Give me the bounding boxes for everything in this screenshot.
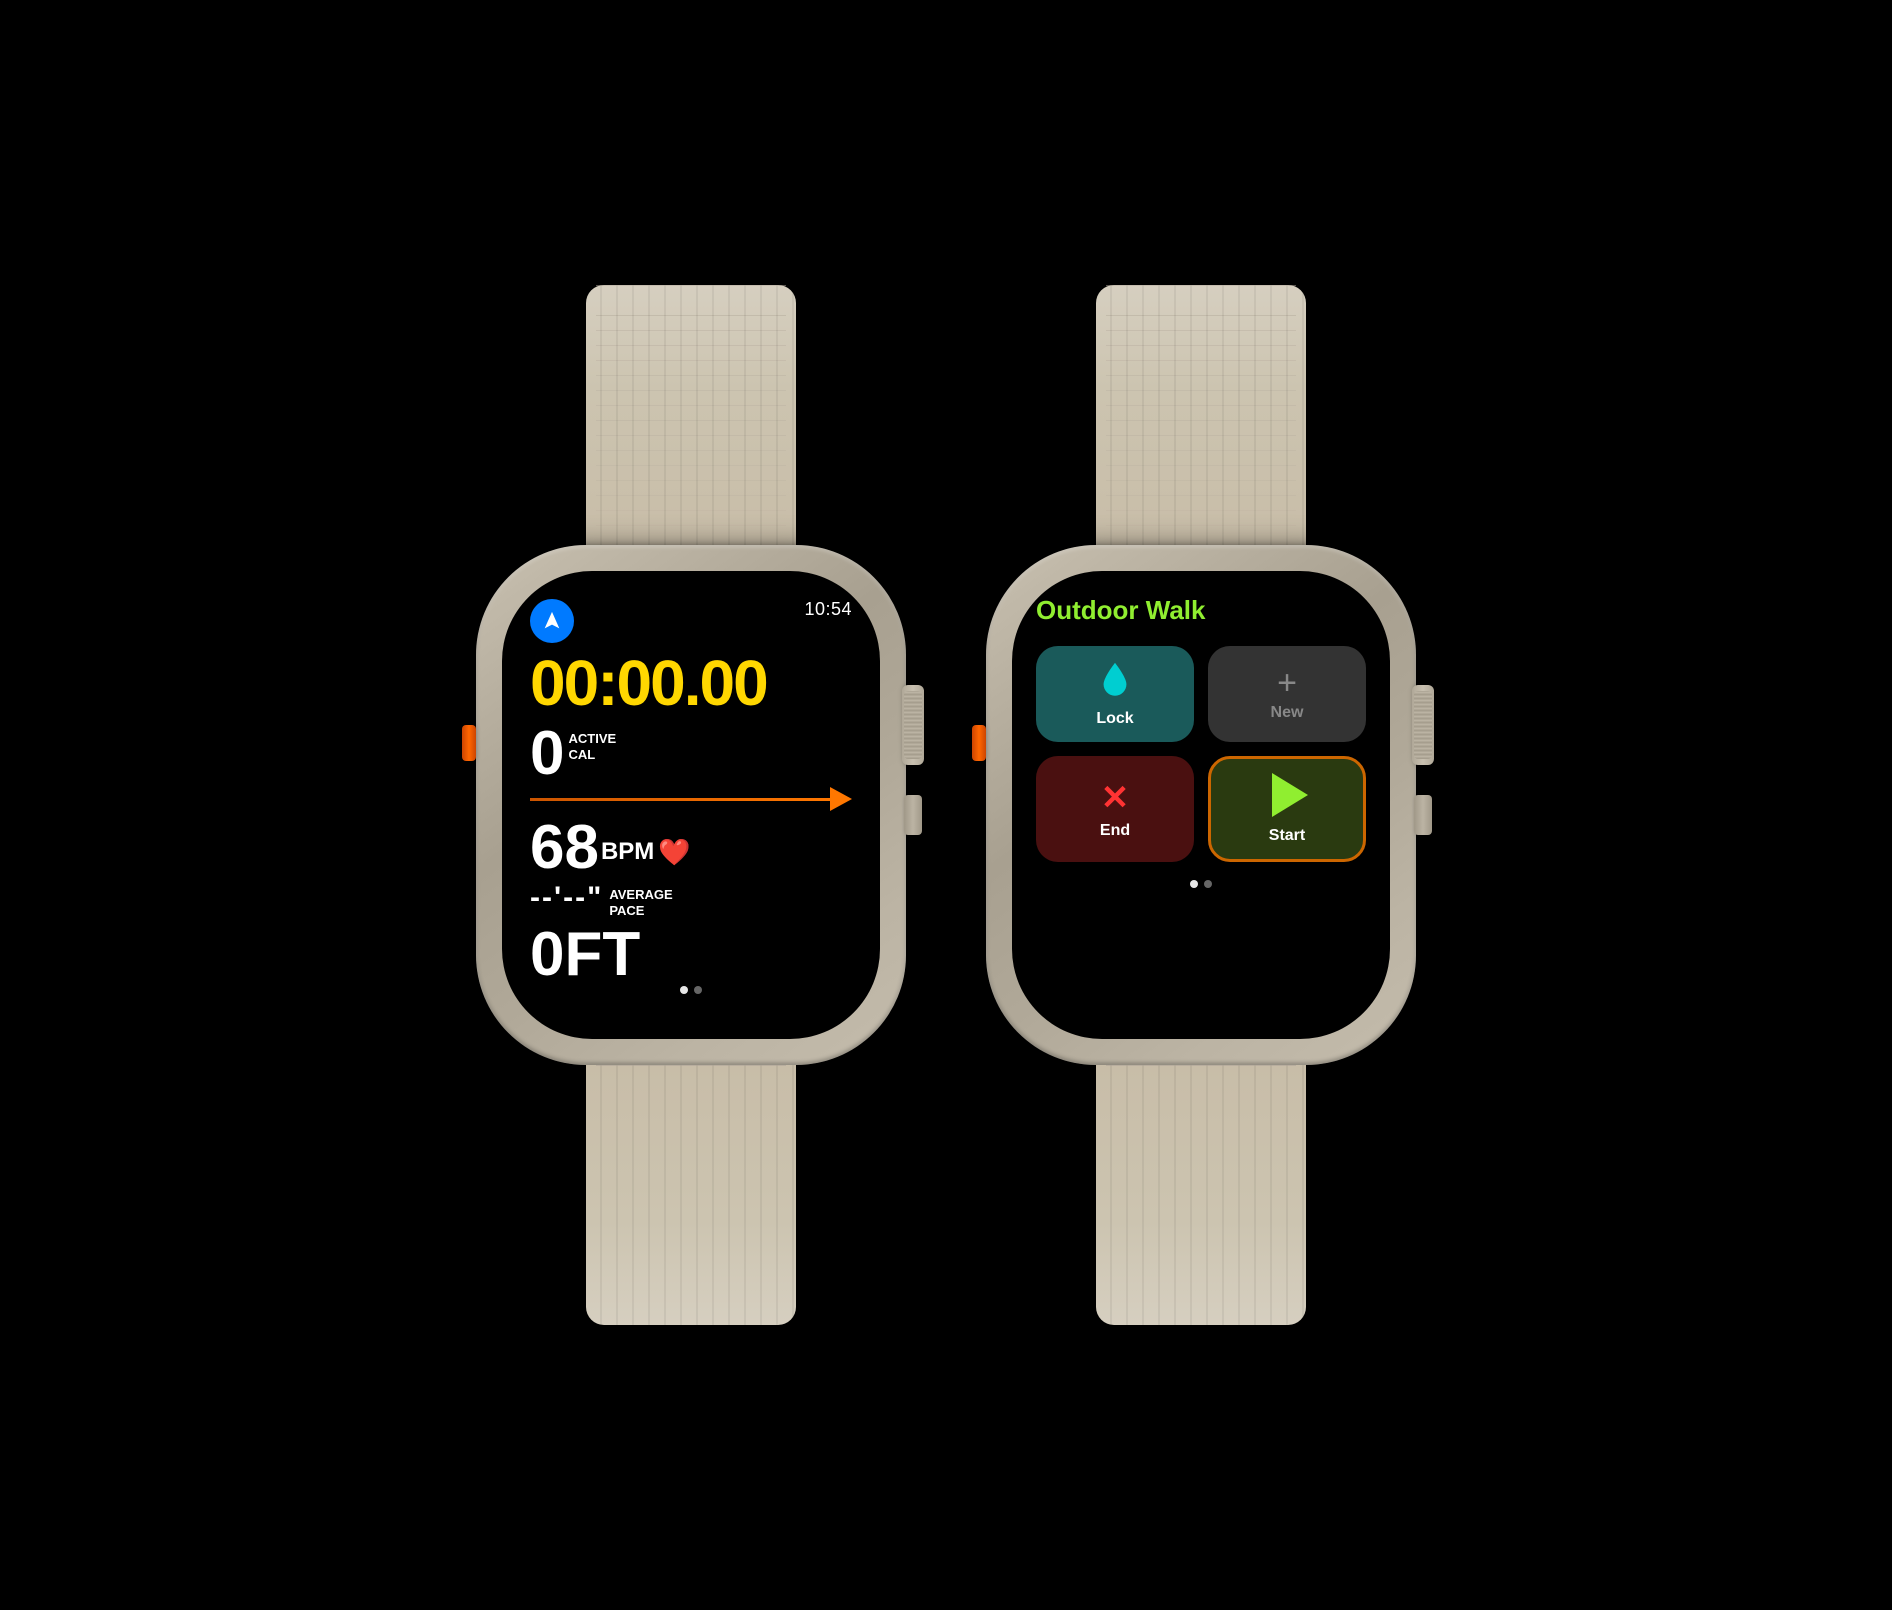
- workout-controls-grid: Lock + New ✕ End: [1036, 646, 1366, 862]
- band-bottom-left: [586, 1065, 796, 1325]
- watch-case-left: 10:54 00:00.00 0 ACTIVECAL 68 BPM: [476, 545, 906, 1065]
- bpm-row: 68 BPM ❤️: [530, 817, 852, 879]
- distance-display: 0FT: [530, 924, 852, 986]
- bpm-number: 68: [530, 817, 599, 879]
- action-button-right[interactable]: [972, 725, 986, 761]
- watch-left: 10:54 00:00.00 0 ACTIVECAL 68 BPM: [476, 285, 906, 1325]
- pace-dashes: --'--": [530, 883, 603, 913]
- band-top-left: [586, 285, 796, 545]
- dot-r-1: [1190, 880, 1198, 888]
- pace-label: AVERAGEPACE: [609, 887, 672, 918]
- outdoor-screen: Outdoor Walk Lock +: [1012, 571, 1390, 904]
- start-button[interactable]: Start: [1208, 756, 1366, 862]
- workout-top-row: 10:54: [530, 599, 852, 643]
- workout-screen: 10:54 00:00.00 0 ACTIVECAL 68 BPM: [502, 571, 880, 1024]
- watch-case-right: Outdoor Walk Lock +: [986, 545, 1416, 1065]
- action-button-left[interactable]: [462, 725, 476, 761]
- crown-right[interactable]: [1412, 685, 1434, 765]
- plus-icon: +: [1277, 666, 1297, 700]
- band-top: [586, 285, 796, 545]
- cal-number: 0: [530, 723, 564, 785]
- workout-time: 10:54: [804, 599, 852, 620]
- watch-screen-left: 10:54 00:00.00 0 ACTIVECAL 68 BPM: [502, 571, 880, 1039]
- band-bottom-r: [1096, 1065, 1306, 1325]
- lock-label: Lock: [1096, 710, 1133, 728]
- new-button[interactable]: + New: [1208, 646, 1366, 742]
- play-icon: [1266, 773, 1308, 821]
- crown-left[interactable]: [902, 685, 924, 765]
- cal-row: 0 ACTIVECAL: [530, 723, 852, 785]
- outdoor-walk-title: Outdoor Walk: [1036, 595, 1366, 626]
- end-button[interactable]: ✕ End: [1036, 756, 1194, 862]
- lock-button[interactable]: Lock: [1036, 646, 1194, 742]
- cal-label: ACTIVECAL: [568, 731, 616, 762]
- side-button-right[interactable]: [1414, 795, 1432, 835]
- arrow-head: [830, 787, 852, 811]
- start-label: Start: [1269, 827, 1305, 845]
- heart-icon: ❤️: [658, 837, 690, 868]
- end-label: End: [1100, 822, 1130, 840]
- dot-r-2: [1204, 880, 1212, 888]
- band-top-right: [1096, 285, 1306, 545]
- x-icon: ✕: [1101, 778, 1130, 818]
- band-bottom: [586, 1065, 796, 1325]
- page-dots-right: [1036, 880, 1366, 888]
- arrow-row: [530, 787, 852, 811]
- droplet-icon: [1097, 660, 1133, 706]
- dot-1: [680, 986, 688, 994]
- pace-row: --'--" AVERAGEPACE: [530, 883, 852, 918]
- arrow-line: [530, 798, 830, 801]
- band-top-r: [1096, 285, 1306, 545]
- watch-screen-right: Outdoor Walk Lock +: [1012, 571, 1390, 1039]
- side-button-left[interactable]: [904, 795, 922, 835]
- navigation-icon: [530, 599, 574, 643]
- bpm-label: BPM: [601, 838, 654, 866]
- timer-display: 00:00.00: [530, 651, 852, 715]
- dot-2: [694, 986, 702, 994]
- band-bottom-right: [1096, 1065, 1306, 1325]
- watch-right: Outdoor Walk Lock +: [986, 285, 1416, 1325]
- new-label: New: [1271, 704, 1304, 722]
